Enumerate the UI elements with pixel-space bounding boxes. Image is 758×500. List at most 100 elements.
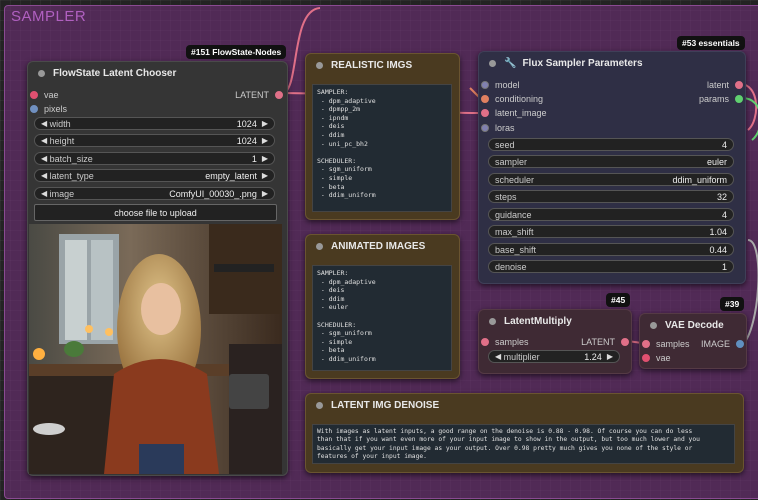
sampler-widget[interactable]: sampler euler: [488, 155, 734, 168]
collapse-dot-icon[interactable]: [38, 69, 45, 77]
node-header[interactable]: REALISTIC IMGS: [306, 54, 459, 76]
arrow-left-icon[interactable]: ◀: [41, 136, 47, 145]
base-shift-widget[interactable]: base_shift 0.44: [488, 243, 734, 256]
arrow-right-icon[interactable]: ▶: [262, 171, 268, 180]
output-params[interactable]: params: [699, 94, 743, 104]
vae-decode-node[interactable]: VAE Decode samples vae IMAGE: [639, 313, 747, 369]
socket-icon[interactable]: [481, 124, 489, 132]
input-conditioning[interactable]: conditioning: [481, 94, 543, 104]
socket-icon[interactable]: [735, 95, 743, 103]
input-samples[interactable]: samples: [642, 339, 690, 349]
node-header[interactable]: VAE Decode: [640, 314, 746, 336]
socket-icon[interactable]: [481, 95, 489, 103]
height-widget[interactable]: ◀ height 1024 ▶: [34, 134, 275, 147]
upload-button[interactable]: choose file to upload: [34, 204, 277, 221]
node-id-badge: #151 FlowState-Nodes: [186, 45, 287, 59]
collapse-dot-icon[interactable]: [316, 401, 323, 409]
socket-icon[interactable]: [30, 91, 38, 99]
arrow-left-icon[interactable]: ◀: [41, 171, 47, 180]
socket-icon[interactable]: [621, 338, 629, 346]
arrow-left-icon[interactable]: ◀: [41, 154, 47, 163]
steps-widget[interactable]: steps 32: [488, 190, 734, 203]
node-id-badge: #53 essentials: [677, 36, 745, 50]
input-samples[interactable]: samples: [481, 337, 529, 347]
collapse-dot-icon[interactable]: [316, 242, 323, 250]
node-id-badge: #39: [720, 297, 745, 311]
output-image[interactable]: IMAGE: [701, 339, 744, 349]
flux-sampler-node[interactable]: 🔧 Flux Sampler Parameters model condition…: [478, 51, 746, 284]
node-title: REALISTIC IMGS: [331, 59, 413, 71]
preview-image: [29, 224, 282, 474]
input-vae[interactable]: vae: [30, 90, 59, 100]
node-header[interactable]: LatentMultiply: [479, 310, 631, 332]
image-widget[interactable]: ◀ image ComfyUI_00030_.png ▶: [34, 187, 275, 200]
output-latent[interactable]: LATENT: [581, 337, 629, 347]
latent-chooser-node[interactable]: FlowState Latent Chooser vae pixels LATE…: [27, 61, 288, 476]
node-title: ANIMATED IMAGES: [331, 240, 426, 252]
slot-label: latent_image: [495, 108, 547, 118]
input-latent-image[interactable]: latent_image: [481, 108, 547, 118]
note-textarea[interactable]: SAMPLER: - dpm_adaptive - deis - ddim - …: [312, 265, 452, 371]
node-title: VAE Decode: [665, 319, 724, 331]
latent-multiply-node[interactable]: LatentMultiply samples LATENT ◀ multipli…: [478, 309, 632, 374]
node-header[interactable]: 🔧 Flux Sampler Parameters: [479, 52, 745, 74]
multiplier-widget[interactable]: ◀ multiplier 1.24 ▶: [488, 350, 620, 363]
arrow-right-icon[interactable]: ▶: [607, 352, 613, 361]
arrow-left-icon[interactable]: ◀: [41, 189, 47, 198]
node-header[interactable]: LATENT IMG DENOISE: [306, 394, 743, 416]
note-textarea[interactable]: SAMPLER: - dpm_adaptive - dpmpp_2m - ipn…: [312, 84, 452, 212]
note-textarea[interactable]: With images as latent inputs, a good ran…: [312, 424, 735, 464]
slot-label: vae: [44, 90, 59, 100]
socket-icon[interactable]: [481, 338, 489, 346]
input-model[interactable]: model: [481, 80, 520, 90]
slot-label: loras: [495, 123, 515, 133]
node-header[interactable]: ANIMATED IMAGES: [306, 235, 459, 257]
slot-label: pixels: [44, 104, 68, 114]
socket-icon[interactable]: [30, 105, 38, 113]
node-title: LatentMultiply: [504, 315, 572, 327]
socket-icon[interactable]: [275, 91, 283, 99]
wrench-icon: 🔧: [504, 57, 517, 69]
slot-label: IMAGE: [700, 339, 730, 349]
arrow-right-icon[interactable]: ▶: [262, 189, 268, 198]
output-latent[interactable]: latent: [707, 80, 743, 90]
socket-icon[interactable]: [736, 340, 744, 348]
slot-label: model: [495, 80, 520, 90]
arrow-right-icon[interactable]: ▶: [262, 119, 268, 128]
collapse-dot-icon[interactable]: [316, 61, 323, 69]
input-pixels[interactable]: pixels: [30, 104, 67, 114]
collapse-dot-icon[interactable]: [489, 59, 496, 67]
realistic-imgs-note[interactable]: REALISTIC IMGS SAMPLER: - dpm_adaptive -…: [305, 53, 460, 220]
batch-size-widget[interactable]: ◀ batch_size 1 ▶: [34, 152, 275, 165]
input-vae[interactable]: vae: [642, 353, 671, 363]
slot-label: LATENT: [581, 337, 615, 347]
node-title: FlowState Latent Chooser: [53, 67, 177, 79]
output-latent[interactable]: LATENT: [235, 90, 283, 100]
socket-icon[interactable]: [642, 340, 650, 348]
collapse-dot-icon[interactable]: [489, 317, 496, 325]
arrow-left-icon[interactable]: ◀: [41, 119, 47, 128]
arrow-left-icon[interactable]: ◀: [495, 352, 501, 361]
socket-icon[interactable]: [642, 354, 650, 362]
input-loras[interactable]: loras: [481, 123, 515, 133]
arrow-right-icon[interactable]: ▶: [262, 154, 268, 163]
slot-label: latent: [706, 80, 729, 90]
collapse-dot-icon[interactable]: [650, 321, 657, 329]
latent-denoise-note[interactable]: LATENT IMG DENOISE With images as latent…: [305, 393, 744, 473]
animated-images-note[interactable]: ANIMATED IMAGES SAMPLER: - dpm_adaptive …: [305, 234, 460, 379]
width-widget[interactable]: ◀ width 1024 ▶: [34, 117, 275, 130]
socket-icon[interactable]: [735, 81, 743, 89]
node-header[interactable]: FlowState Latent Chooser: [28, 62, 287, 84]
slot-label: conditioning: [495, 94, 544, 104]
denoise-widget[interactable]: denoise 1: [488, 260, 734, 273]
scheduler-widget[interactable]: scheduler ddim_uniform: [488, 173, 734, 186]
latent-type-widget[interactable]: ◀ latent_type empty_latent ▶: [34, 169, 275, 182]
arrow-right-icon[interactable]: ▶: [262, 136, 268, 145]
slot-label: samples: [656, 339, 690, 349]
seed-widget[interactable]: seed 4: [488, 138, 734, 151]
socket-icon[interactable]: [481, 81, 489, 89]
slot-label: vae: [656, 353, 671, 363]
max-shift-widget[interactable]: max_shift 1.04: [488, 225, 734, 238]
guidance-widget[interactable]: guidance 4: [488, 208, 734, 221]
socket-icon[interactable]: [481, 109, 489, 117]
